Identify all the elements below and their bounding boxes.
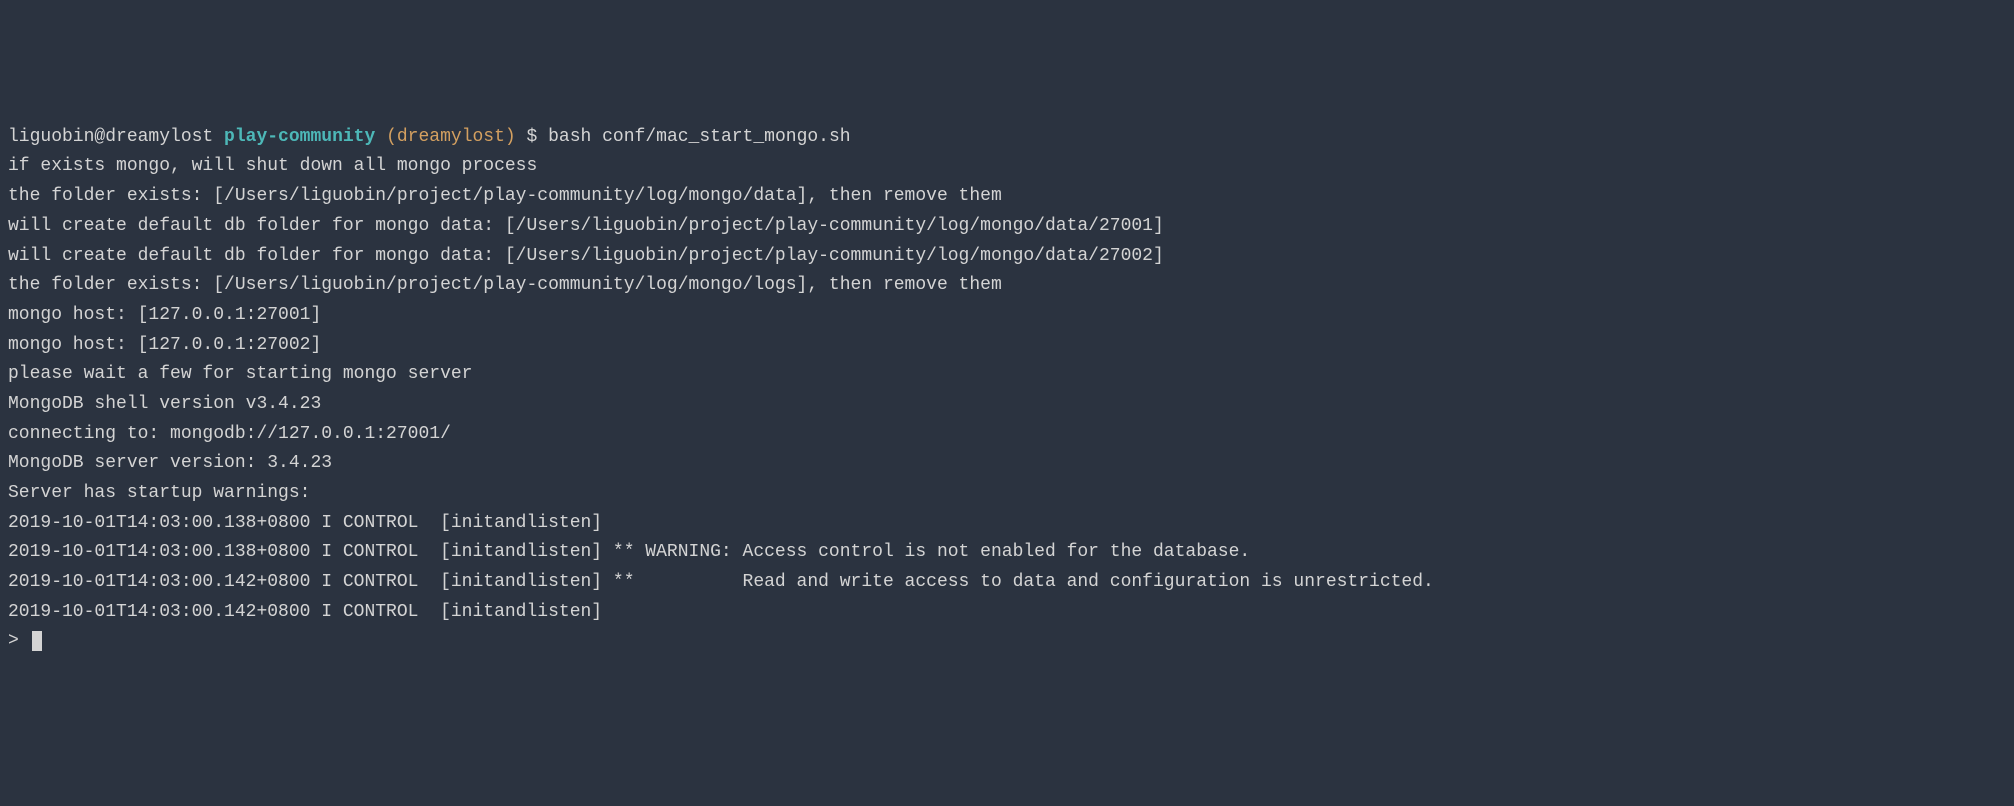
cursor-icon[interactable] [32, 631, 42, 651]
prompt-branch: (dreamylost) [375, 127, 515, 147]
prompt-user-host: liguobin@dreamylost [8, 127, 224, 147]
prompt-dollar: $ [516, 127, 548, 147]
output-line: 2019-10-01T14:03:00.142+0800 I CONTROL [… [8, 572, 1434, 592]
output-line: 2019-10-01T14:03:00.138+0800 I CONTROL [… [8, 542, 1250, 562]
output-line: mongo host: [127.0.0.1:27002] [8, 335, 321, 355]
output-line: 2019-10-01T14:03:00.142+0800 I CONTROL [… [8, 602, 613, 622]
output-line: MongoDB shell version v3.4.23 [8, 394, 321, 414]
output-line: if exists mongo, will shut down all mong… [8, 156, 537, 176]
terminal-window[interactable]: liguobin@dreamylost play-community (drea… [8, 123, 2006, 657]
output-line: mongo host: [127.0.0.1:27001] [8, 305, 321, 325]
mongo-prompt: > [8, 631, 30, 651]
output-line: the folder exists: [/Users/liguobin/proj… [8, 186, 1002, 206]
output-line: will create default db folder for mongo … [8, 216, 1164, 236]
output-line: the folder exists: [/Users/liguobin/proj… [8, 275, 1002, 295]
output-line: 2019-10-01T14:03:00.138+0800 I CONTROL [… [8, 513, 613, 533]
output-line: connecting to: mongodb://127.0.0.1:27001… [8, 424, 451, 444]
prompt-line: liguobin@dreamylost play-community (drea… [8, 127, 851, 147]
prompt-command: bash conf/mac_start_mongo.sh [548, 127, 850, 147]
output-line: please wait a few for starting mongo ser… [8, 364, 472, 384]
prompt-directory: play-community [224, 127, 375, 147]
output-line: will create default db folder for mongo … [8, 246, 1164, 266]
output-line: Server has startup warnings: [8, 483, 321, 503]
output-line: MongoDB server version: 3.4.23 [8, 453, 332, 473]
